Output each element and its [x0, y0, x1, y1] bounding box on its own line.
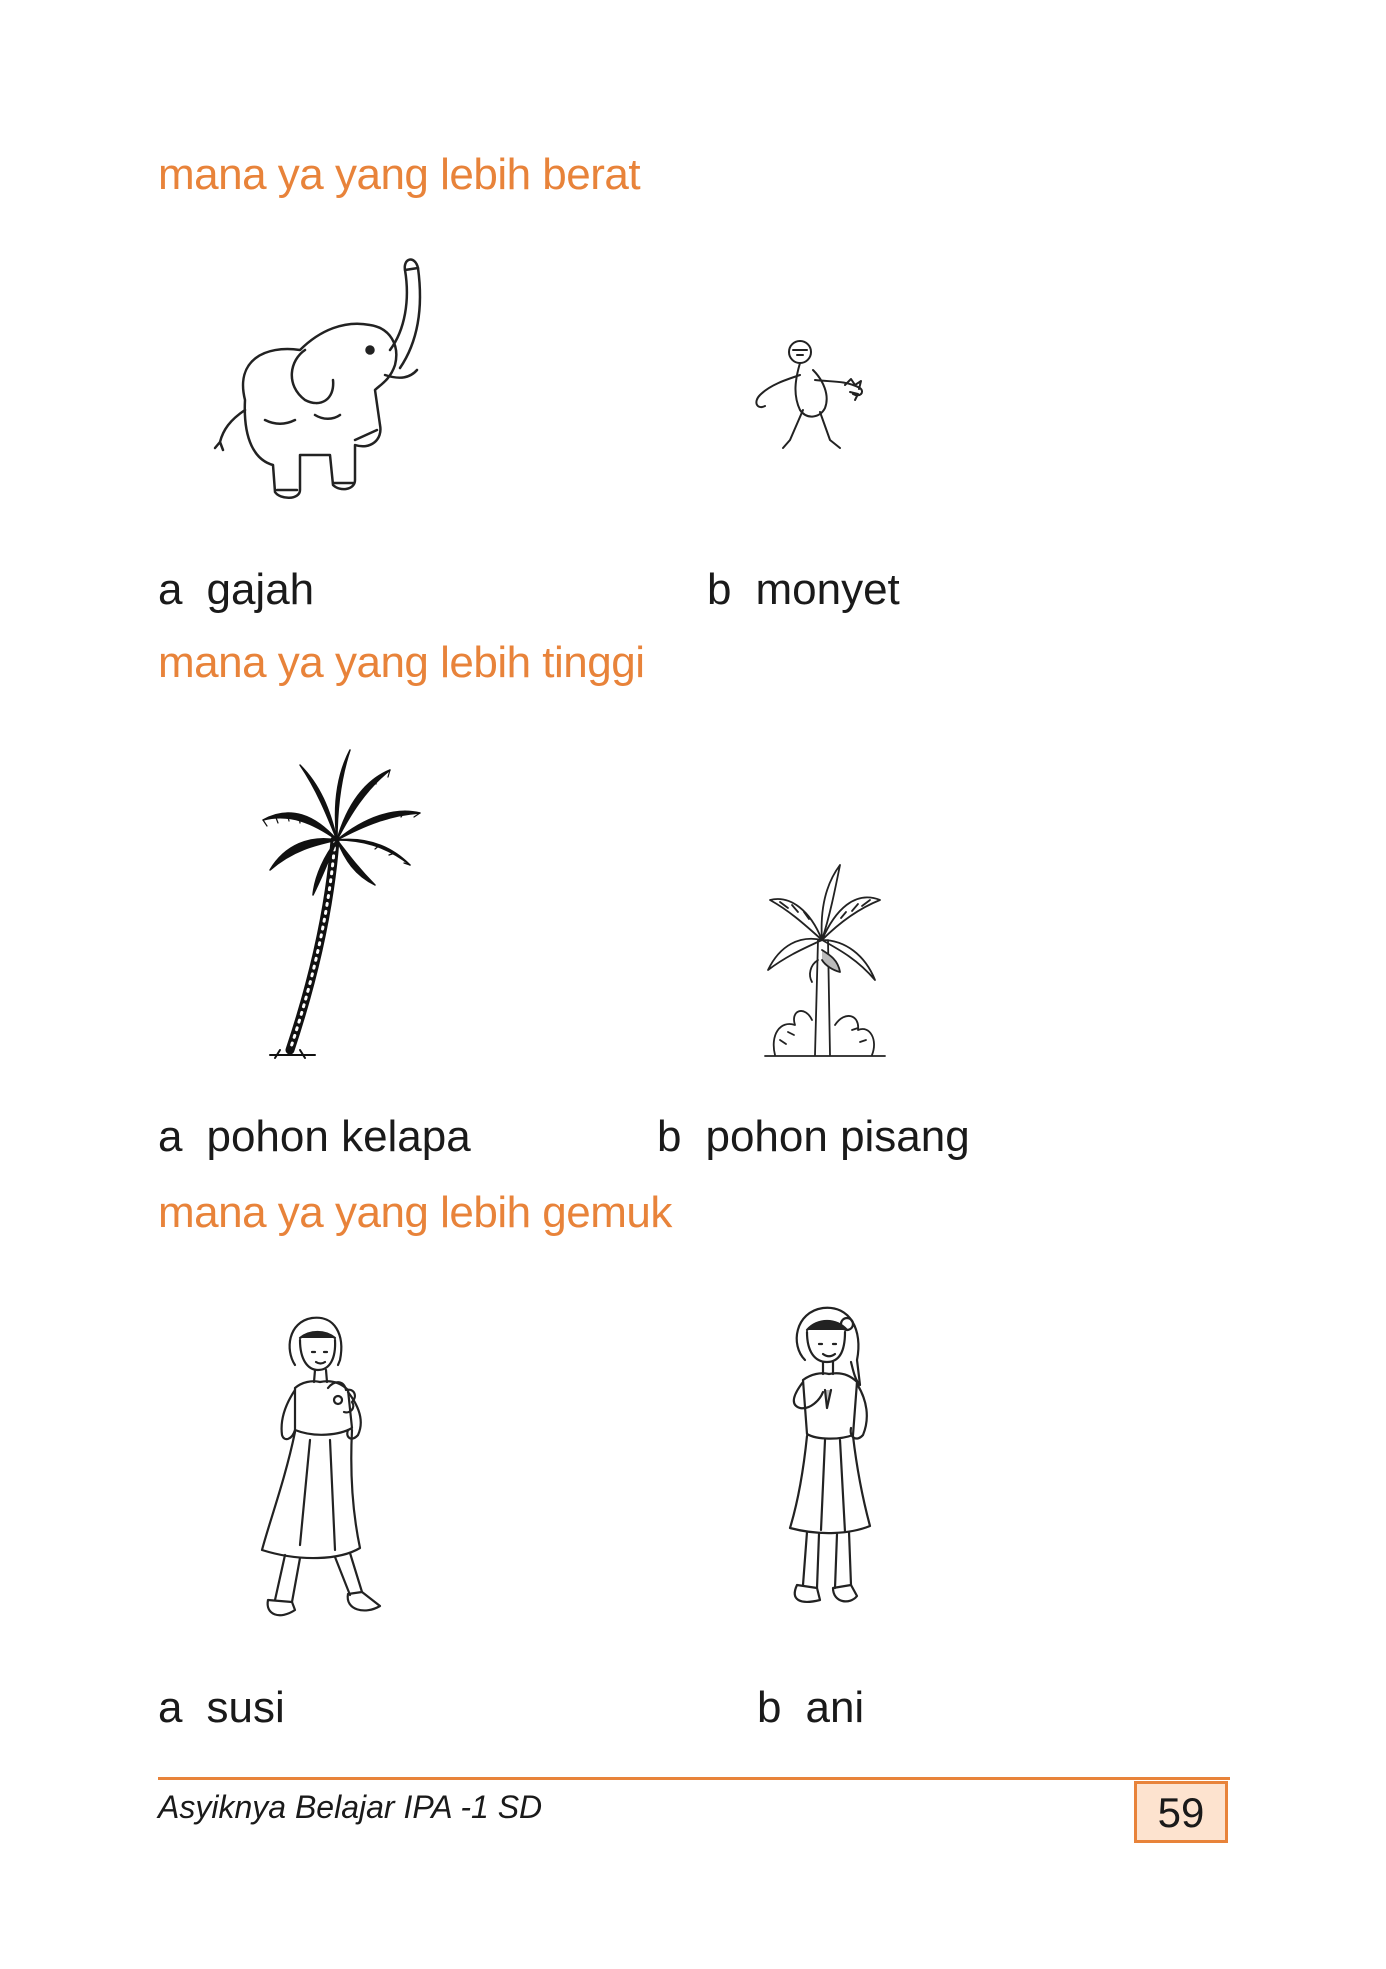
- option-label: ani: [805, 1683, 865, 1732]
- option-letter: b: [757, 1683, 782, 1732]
- option-letter: a: [158, 1112, 183, 1161]
- option-letter: b: [657, 1112, 682, 1161]
- option-label: gajah: [206, 565, 315, 614]
- answer-option-b-pohon-pisang: b pohon pisang: [657, 1112, 970, 1162]
- option-label: pohon kelapa: [206, 1112, 471, 1161]
- footer-divider: [158, 1777, 1230, 1780]
- option-letter: a: [158, 565, 183, 614]
- option-label: pohon pisang: [705, 1112, 970, 1161]
- elephant-illustration: [205, 250, 465, 550]
- coconut-tree-illustration: [255, 745, 430, 1065]
- option-label: susi: [206, 1683, 285, 1732]
- girl-susi-illustration: [240, 1310, 400, 1640]
- footer-book-title: Asyiknya Belajar IPA -1 SD: [158, 1789, 543, 1825]
- question-title-taller: mana ya yang lebih tinggi: [158, 638, 645, 687]
- monkey-illustration: [745, 330, 880, 465]
- answer-option-b-ani: b ani: [757, 1683, 864, 1733]
- option-letter: a: [158, 1683, 183, 1732]
- answer-option-a-pohon-kelapa: a pohon kelapa: [158, 1112, 471, 1162]
- question-title-heavier: mana ya yang lebih berat: [158, 150, 641, 199]
- page-number: 59: [1134, 1781, 1228, 1843]
- option-label: monyet: [755, 565, 900, 614]
- banana-tree-illustration: [760, 860, 890, 1060]
- girl-ani-illustration: [745, 1300, 905, 1640]
- answer-option-a-gajah: a gajah: [158, 565, 314, 615]
- answer-option-b-monyet: b monyet: [707, 565, 900, 615]
- answer-option-a-susi: a susi: [158, 1683, 285, 1733]
- question-title-fatter: mana ya yang lebih gemuk: [158, 1188, 672, 1237]
- option-letter: b: [707, 565, 732, 614]
